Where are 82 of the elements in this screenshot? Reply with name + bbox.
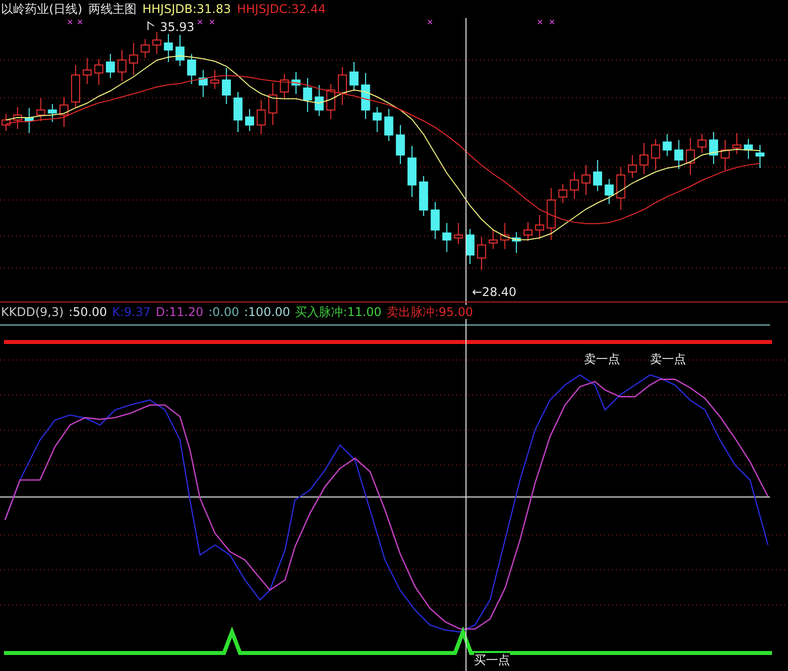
legend-label: :0.00 (208, 305, 240, 319)
legend-label: 买入脉冲:11.00 (295, 305, 382, 319)
candlestick (500, 222, 510, 250)
candlestick (140, 38, 150, 58)
candlestick (372, 106, 382, 132)
candlestick (60, 96, 68, 128)
candlestick (732, 132, 742, 154)
candlestick (582, 164, 590, 196)
candlestick (524, 222, 532, 242)
candlestick (187, 54, 196, 84)
candlestick (118, 50, 126, 82)
candlestick (744, 138, 753, 160)
candlestick (419, 176, 428, 216)
candlestick (210, 70, 220, 90)
candlestick (466, 228, 474, 264)
candlestick (164, 32, 173, 62)
candlestick (616, 166, 626, 210)
candlestick (280, 74, 289, 98)
candlestick (558, 184, 568, 204)
candlestick (198, 70, 208, 98)
candlestick (234, 92, 242, 132)
candlestick (593, 160, 602, 192)
candlestick (82, 58, 92, 84)
candlestick (268, 82, 278, 126)
candlestick (71, 64, 80, 108)
sell-point-label: 卖一点 (650, 352, 686, 366)
sell-point-label: 卖一点 (584, 352, 620, 366)
candlestick (628, 154, 637, 178)
candlestick (488, 230, 498, 250)
candlestick (361, 72, 370, 120)
legend-label: HHJSJDC:32.44 (237, 2, 326, 16)
candlestick (326, 84, 336, 120)
candlestick (94, 58, 104, 86)
candlestick (338, 66, 347, 106)
candlestick (24, 108, 34, 134)
candlestick (176, 34, 184, 66)
candlestick (314, 84, 324, 116)
price-high-label: 35.93 (160, 20, 194, 34)
candlestick (396, 124, 405, 164)
candlestick (535, 214, 544, 240)
candlestick (350, 62, 358, 92)
candlestick (430, 202, 440, 240)
legend-label: D:11.20 (156, 305, 204, 319)
candlestick (36, 98, 46, 122)
candlestick (546, 188, 556, 240)
buy-point-label: 买一点 (474, 653, 510, 667)
candlestick (222, 68, 231, 104)
stock-title: 以岭药业(日线) (1, 2, 82, 16)
candlestick (651, 138, 660, 170)
candlestick (152, 32, 162, 54)
candlestick (640, 142, 648, 174)
legend-label: K:9.37 (112, 305, 151, 319)
indicator-name: 两线主图 (88, 2, 136, 16)
legend-label: HHJSJDB:31.83 (142, 2, 231, 16)
candlestick (698, 134, 706, 154)
candlestick (13, 106, 22, 130)
candlestick (454, 222, 463, 244)
candlestick (604, 178, 614, 204)
candlestick (245, 108, 254, 132)
legend-label: 卖出脉冲:95.00 (386, 305, 473, 319)
candlestick (303, 78, 312, 112)
candlestick (292, 72, 300, 94)
candlestick (384, 108, 394, 142)
candlestick (129, 42, 138, 76)
candlestick (477, 236, 486, 270)
candlestick (106, 54, 115, 78)
candlestick (408, 146, 416, 198)
candlestick (674, 140, 684, 170)
candlestick (709, 132, 718, 164)
price-low-label: ←28.40 (472, 285, 516, 299)
candlestick (686, 138, 695, 176)
legend-label: :100.00 (244, 305, 290, 319)
candlestick (512, 232, 521, 254)
candlestick (256, 100, 266, 134)
candlestick (756, 144, 764, 168)
candlestick (662, 134, 672, 156)
legend-label: :50.00 (68, 305, 108, 319)
candlestick (442, 222, 452, 252)
candlestick (720, 140, 730, 170)
candlestick (570, 172, 579, 200)
legend-label: KKDD(9,3) (1, 305, 64, 319)
candlestick (48, 104, 57, 122)
